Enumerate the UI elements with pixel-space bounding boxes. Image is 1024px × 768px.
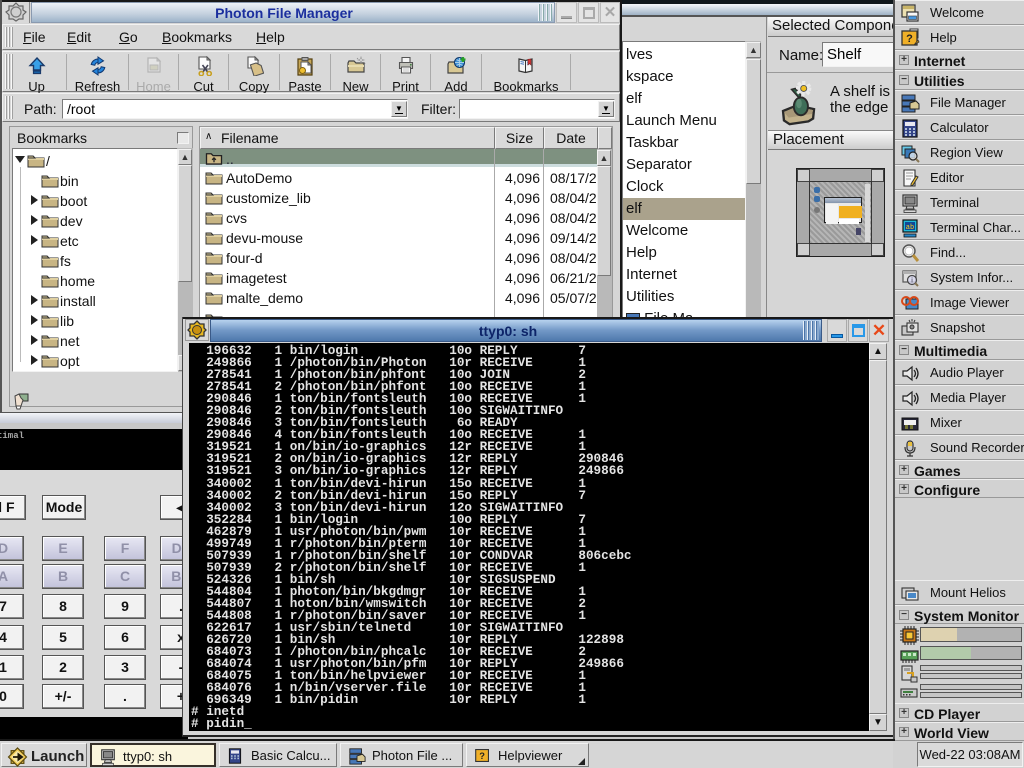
svg-text:ab: ab bbox=[906, 224, 914, 232]
svg-text:?: ? bbox=[906, 33, 913, 45]
svg-text:?: ? bbox=[479, 751, 485, 761]
